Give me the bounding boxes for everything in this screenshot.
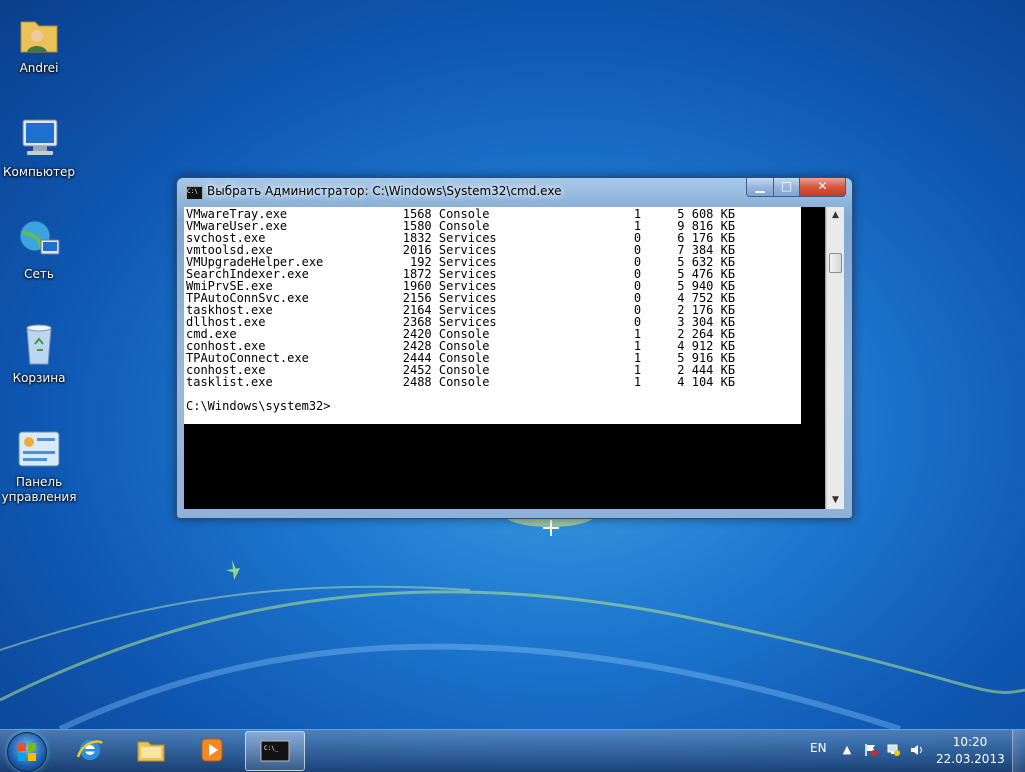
title-bar[interactable]: C:\ Выбрать Администратор: C:\Windows\Sy…: [177, 178, 852, 205]
cmd-icon: C:\_: [260, 740, 290, 762]
volume-icon[interactable]: [910, 743, 924, 757]
desktop-icon-user[interactable]: Andrei: [1, 10, 77, 76]
desktop-icon-control-panel[interactable]: Панель управления: [1, 424, 77, 505]
vertical-scrollbar[interactable]: ▲ ▼: [826, 207, 844, 509]
desktop-icon-network[interactable]: Сеть: [1, 216, 77, 282]
console-output[interactable]: VMwareTray.exe 1568 Console 1 5 608 КБ V…: [184, 207, 825, 509]
console-text: VMwareTray.exe 1568 Console 1 5 608 КБ V…: [186, 208, 735, 412]
desktop-icon-label: Компьютер: [3, 165, 75, 179]
cmd-window[interactable]: C:\ Выбрать Администратор: C:\Windows\Sy…: [176, 177, 853, 519]
clock-date: 22.03.2013: [936, 752, 1005, 766]
start-button[interactable]: [7, 732, 47, 772]
computer-icon: [15, 114, 63, 162]
taskbar-media-player[interactable]: [183, 731, 241, 769]
console-prompt: C:\Windows\system32>: [186, 399, 331, 413]
scrollbar-thumb[interactable]: [829, 253, 842, 273]
desktop-icon-label: Корзина: [12, 371, 66, 385]
recycle-bin-icon: [15, 320, 63, 368]
maximize-button[interactable]: □: [774, 178, 800, 197]
console-line: tasklist.exe 2488 Console 1 4 104 КБ: [186, 375, 736, 389]
media-player-icon: [201, 738, 223, 762]
action-center-flag-icon[interactable]: [864, 743, 878, 757]
explorer-folder-icon: [137, 741, 165, 762]
minimize-button[interactable]: ▁: [746, 178, 774, 197]
clock[interactable]: 10:20 22.03.2013: [936, 734, 1005, 768]
caption-buttons: ▁ □ ✕: [746, 178, 846, 197]
taskbar: C:\_ EN ▲ 10:20 22.03.2013: [0, 729, 1025, 772]
control-panel-icon: [15, 424, 63, 472]
desktop-icon-label: Andrei: [19, 61, 59, 75]
scroll-up-arrow-icon[interactable]: ▲: [827, 207, 844, 224]
desktop-icon-recycle-bin[interactable]: Корзина: [1, 320, 77, 386]
desktop-icon-label: Сеть: [24, 267, 54, 281]
internet-explorer-icon: [76, 740, 103, 760]
close-button[interactable]: ✕: [800, 178, 846, 197]
taskbar-cmd[interactable]: C:\_: [245, 731, 305, 771]
taskbar-explorer[interactable]: [122, 731, 180, 769]
language-indicator[interactable]: EN: [810, 741, 827, 755]
clock-time: 10:20: [952, 735, 988, 749]
taskbar-internet-explorer[interactable]: [61, 731, 119, 769]
desktop-icon-label: Панель управления: [1, 475, 77, 504]
show-hidden-icons-arrow-icon[interactable]: ▲: [840, 743, 854, 757]
desktop-icon-computer[interactable]: Компьютер: [1, 114, 77, 180]
scroll-down-arrow-icon[interactable]: ▼: [827, 492, 844, 509]
show-desktop-button[interactable]: [1012, 730, 1025, 772]
svg-text:C:\_: C:\_: [264, 745, 279, 752]
cmd-window-icon: C:\: [186, 186, 203, 200]
network-tray-icon[interactable]: [887, 743, 901, 757]
user-folder-icon: [15, 10, 63, 58]
windows-logo-icon: [18, 743, 36, 761]
window-title: Выбрать Администратор: C:\Windows\System…: [207, 184, 562, 198]
network-icon: [15, 216, 63, 264]
